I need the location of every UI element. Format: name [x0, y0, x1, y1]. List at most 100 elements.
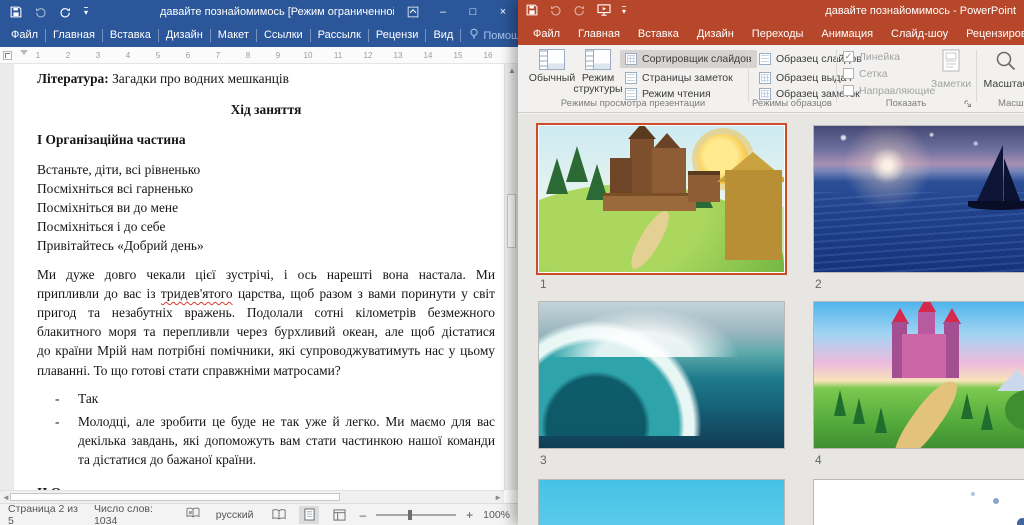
- tab-slideshow[interactable]: Слайд-шоу: [882, 28, 957, 40]
- castle-illustration: [629, 139, 655, 201]
- word-count[interactable]: Число слов: 1034: [94, 503, 170, 525]
- statusbar-right: – + 100%: [269, 505, 510, 524]
- art-shape: [970, 491, 975, 496]
- tab-home[interactable]: Главная: [569, 28, 629, 40]
- zoom-slider-thumb[interactable]: [408, 509, 413, 520]
- slide-thumbnail-2[interactable]: [813, 125, 1024, 273]
- tab-review[interactable]: Рецензирование: [957, 28, 1024, 40]
- tab-file[interactable]: Файл: [4, 29, 47, 42]
- normal-view-button[interactable]: Обычный: [528, 49, 576, 84]
- misspelled-word: тридев'ятого: [160, 285, 233, 301]
- scroll-up-icon[interactable]: ▲: [508, 66, 516, 76]
- slide-thumbnail-1[interactable]: [538, 125, 785, 273]
- save-icon[interactable]: [526, 4, 538, 19]
- powerpoint-window: ▾ давайте познайомимось - PowerPoint Фай…: [518, 0, 1024, 525]
- doc-line: блакитного моря та перепливли через бурх…: [37, 324, 495, 340]
- tab-layout[interactable]: Макет: [211, 29, 257, 42]
- literature-line: Література: Загадки про водних мешканців: [37, 71, 289, 86]
- undo-icon[interactable]: [34, 6, 47, 18]
- start-slideshow-icon[interactable]: [597, 3, 611, 19]
- language-indicator[interactable]: русский: [216, 509, 254, 521]
- ppt-quick-access-toolbar: ▾: [526, 3, 627, 19]
- customize-qat-icon[interactable]: ▾: [622, 6, 627, 16]
- art-shape: [992, 497, 999, 504]
- art-shape: [1003, 158, 1021, 204]
- web-layout-icon[interactable]: [329, 506, 349, 524]
- undo-icon[interactable]: [549, 4, 562, 19]
- poem-line: Встаньте, діти, всі рівненько: [37, 161, 201, 177]
- checkbox-icon: [843, 68, 854, 79]
- poem-line: Посміхніться і до себе: [37, 219, 166, 235]
- art-shape: [996, 369, 1024, 392]
- word-window: ▾ давайте познайомимось [Режим ограничен…: [0, 0, 645, 525]
- document-area: Література: Загадки про водних мешканців…: [0, 64, 518, 490]
- zoom-slider[interactable]: [376, 509, 457, 520]
- redo-icon[interactable]: [59, 6, 72, 18]
- document-page[interactable]: Література: Загадки про водних мешканців…: [14, 64, 504, 490]
- doc-line: плаванні. То що готові стати справжніми …: [37, 362, 341, 378]
- zoom-button[interactable]: Масштаб: [984, 49, 1024, 90]
- tab-mailings[interactable]: Рассылк: [311, 29, 369, 42]
- zoom-level[interactable]: 100%: [483, 509, 510, 521]
- minimize-button[interactable]: –: [428, 0, 458, 24]
- outline-view-icon: [585, 49, 611, 70]
- poem-line: Посміхніться всі гарненько: [37, 180, 194, 196]
- word-titlebar: ▾ давайте познайомимось [Режим ограничен…: [0, 0, 518, 24]
- tab-review[interactable]: Рецензи: [369, 29, 427, 42]
- close-button[interactable]: ×: [488, 0, 518, 24]
- vertical-scrollbar[interactable]: ▲: [504, 64, 518, 490]
- dialog-launcher-icon[interactable]: [964, 99, 972, 111]
- word-window-title: давайте познайомимось [Режим ограниченно…: [160, 6, 394, 18]
- ruler-checkbox[interactable]: ✓ Линейка: [843, 49, 900, 64]
- word-window-controls: – □ ×: [398, 0, 518, 24]
- slide-thumbnail-6[interactable]: [813, 479, 1024, 525]
- proofing-errors-icon[interactable]: [186, 507, 200, 522]
- guides-checkbox[interactable]: Направляющие: [843, 83, 935, 98]
- horizontal-scrollbar[interactable]: ◄ ►: [0, 490, 504, 503]
- tab-selector[interactable]: [3, 51, 12, 60]
- slide-thumbnail-3[interactable]: [538, 301, 785, 449]
- checkbox-checked-icon: ✓: [843, 51, 854, 62]
- group-separator: [836, 50, 837, 102]
- page-indicator[interactable]: Страница 2 из 5: [8, 503, 78, 525]
- slide-thumbnail-4[interactable]: [813, 301, 1024, 449]
- ribbon-display-options-icon[interactable]: [398, 0, 428, 24]
- scroll-right-icon[interactable]: ►: [494, 493, 502, 503]
- zoom-out-icon[interactable]: –: [359, 508, 366, 522]
- redo-icon[interactable]: [573, 4, 586, 19]
- read-mode-icon[interactable]: [269, 506, 289, 524]
- tab-view[interactable]: Вид: [426, 29, 462, 42]
- slide-sorter-button[interactable]: Сортировщик слайдов: [620, 50, 757, 68]
- doc-heading: Хід заняття: [230, 102, 302, 118]
- tab-insert[interactable]: Вставка: [103, 29, 159, 42]
- notes-button[interactable]: Заметки: [930, 49, 972, 90]
- group-label-masters: Режимы образцов: [752, 98, 832, 109]
- vertical-scrollbar-thumb[interactable]: [507, 194, 516, 248]
- hut-illustration: [725, 169, 782, 261]
- art-shape: [980, 404, 993, 431]
- slide-sorter-icon: [625, 53, 637, 65]
- print-layout-icon[interactable]: [299, 505, 320, 524]
- maximize-button[interactable]: □: [458, 0, 488, 24]
- tab-animations[interactable]: Анимация: [812, 28, 882, 40]
- customize-qat-icon[interactable]: ▾: [84, 7, 89, 17]
- tab-file[interactable]: Файл: [524, 28, 569, 40]
- tab-design[interactable]: Дизайн: [688, 28, 743, 40]
- tab-design[interactable]: Дизайн: [159, 29, 211, 42]
- tab-references[interactable]: Ссылки: [257, 29, 311, 42]
- doc-line: припливли до вас із тридев'ятого царства…: [37, 285, 495, 301]
- slide-thumbnail-5[interactable]: [538, 479, 785, 525]
- tab-home[interactable]: Главная: [46, 29, 103, 42]
- tab-insert[interactable]: Вставка: [629, 28, 688, 40]
- outline-view-button[interactable]: Режим структуры: [573, 49, 623, 95]
- slide-sorter-pane[interactable]: 1 2 3 4: [518, 114, 1024, 525]
- scroll-left-icon[interactable]: ◄: [2, 493, 10, 503]
- art-shape: [942, 307, 961, 324]
- tab-transitions[interactable]: Переходы: [743, 28, 813, 40]
- horizontal-scrollbar-thumb[interactable]: [10, 493, 340, 501]
- grid-checkbox[interactable]: Сетка: [843, 66, 888, 81]
- horizontal-ruler[interactable]: 12 34 56 78 9 10 11 12 13 14 15 16: [0, 47, 518, 64]
- save-icon[interactable]: [10, 6, 22, 18]
- paragraph-1: Ми дуже довго чекали цієї зустрічі, і ос…: [37, 265, 495, 380]
- zoom-in-icon[interactable]: +: [466, 508, 473, 522]
